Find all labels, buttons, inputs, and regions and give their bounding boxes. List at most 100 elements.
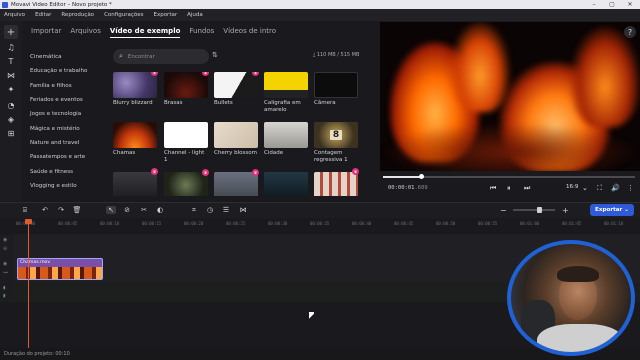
ruler-tick: 00:00:15	[142, 221, 162, 226]
pause-icon[interactable]: ⏸	[507, 184, 511, 193]
previous-frame-icon[interactable]: ⏮	[490, 184, 496, 193]
track-header: ◉ ⊶	[0, 258, 14, 282]
maximize-button[interactable]: ▢	[604, 0, 620, 9]
media-item[interactable]: Cidade	[264, 122, 308, 157]
media-item[interactable]	[164, 172, 208, 196]
split-icon[interactable]: ⋈	[238, 206, 248, 214]
menu-reproducao[interactable]: Reprodução	[61, 12, 94, 18]
zoom-slider[interactable]	[513, 207, 555, 213]
stabilize-icon[interactable]: ◐	[155, 206, 165, 214]
media-item[interactable]: ♛ Blurry blizzard	[113, 72, 158, 107]
minimize-button[interactable]: –	[586, 0, 602, 9]
crop-icon[interactable]: ⌗	[189, 206, 199, 215]
category-item[interactable]: Feriados e eventos	[22, 93, 108, 107]
window-title: Movavi Video Editor – Novo projeto *	[11, 1, 112, 8]
visibility-icon[interactable]: ◉	[3, 237, 7, 243]
speed-icon[interactable]: ◷	[205, 206, 215, 214]
ripple-icon[interactable]: ⊘	[122, 206, 132, 214]
add-track-icon[interactable]: ⌸	[20, 206, 30, 215]
aspect-ratio-selector[interactable]: 16:9	[566, 184, 578, 190]
playback-time: 00:00:01.609	[388, 185, 428, 191]
zoom-handle[interactable]	[537, 207, 543, 213]
cut-icon[interactable]: ✂	[139, 206, 149, 214]
zoom-out-icon[interactable]: −	[500, 206, 507, 215]
media-item[interactable]: 8 Contagem regressiva 1	[314, 122, 358, 164]
next-frame-icon[interactable]: ⏭	[524, 184, 530, 193]
category-item[interactable]: Passatempos e arte	[22, 150, 108, 164]
effects-icon[interactable]: ✦	[4, 83, 18, 95]
lock-icon[interactable]: ⊖	[3, 246, 7, 252]
media-item[interactable]	[214, 172, 258, 196]
category-item[interactable]: Educação e trabalho	[22, 64, 108, 78]
media-item[interactable]: ♛ Channel - light 1	[164, 122, 209, 176]
color-adjust-icon[interactable]: ☰	[221, 206, 231, 214]
tab-video-de-exemplo[interactable]: Vídeo de exemplo	[109, 25, 181, 38]
mute-icon[interactable]: ⊶	[3, 270, 8, 276]
media-item[interactable]: ♛ Bullets	[214, 72, 259, 107]
title-bar: Movavi Video Editor – Novo projeto * – ▢…	[0, 0, 640, 9]
search-input[interactable]: ⌕ Encontrar	[113, 49, 209, 64]
volume-icon[interactable]: 🔊	[611, 184, 620, 192]
audio-icon[interactable]: ◖	[3, 285, 6, 291]
category-item[interactable]: Mágica e mistério	[22, 121, 108, 135]
media-item[interactable]	[314, 172, 358, 196]
category-item[interactable]: Cinemática	[22, 50, 108, 64]
close-button[interactable]: ✕	[622, 0, 638, 9]
media-label: Caligrafia em amarelo	[264, 100, 301, 113]
media-item[interactable]: Câmera	[314, 72, 358, 107]
zoom-in-icon[interactable]: +	[562, 206, 569, 215]
media-item[interactable]: Caligrafia em amarelo	[264, 72, 308, 114]
video-preview[interactable]: ?	[380, 22, 640, 171]
tab-arquivos[interactable]: Arquivos	[70, 25, 100, 37]
transitions-icon[interactable]: ⋈	[4, 69, 18, 81]
stickers-icon[interactable]: ◈	[4, 113, 18, 125]
search-placeholder: Encontrar	[127, 53, 155, 60]
media-item[interactable]	[264, 172, 308, 196]
add-media-button[interactable]: +	[4, 25, 18, 39]
category-item[interactable]: Vlogging e estilo	[22, 179, 108, 193]
menu-arquivo[interactable]: Arquivo	[4, 12, 25, 18]
category-item[interactable]: Família e filhos	[22, 79, 108, 93]
media-item[interactable]: ♛ Cherry blossom	[214, 122, 259, 176]
media-label: Brasas	[164, 100, 183, 106]
premium-badge-icon: ♛	[352, 168, 359, 175]
tab-importar[interactable]: Importar	[31, 25, 61, 37]
titles-icon[interactable]: T	[4, 55, 18, 67]
help-button[interactable]: ?	[624, 26, 636, 38]
tab-videos-de-intro[interactable]: Vídeos de intro	[223, 25, 276, 37]
category-item[interactable]: Nature and travel	[22, 136, 108, 150]
audio-mute-icon[interactable]: ◗	[3, 293, 6, 299]
fullscreen-icon[interactable]: ⛶	[597, 184, 602, 193]
delete-icon[interactable]: 🗑	[72, 206, 82, 214]
category-item[interactable]: Saúde e fitness	[22, 164, 108, 178]
media-item[interactable]: ♛ Brasas	[164, 72, 209, 107]
media-item[interactable]	[113, 172, 157, 196]
more-tools-icon[interactable]: ⊞	[4, 127, 18, 139]
filters-icon[interactable]: ◔	[4, 99, 18, 111]
select-tool-icon[interactable]: ↖	[106, 206, 116, 214]
chevron-down-icon[interactable]: ⌄	[582, 184, 588, 192]
visibility-icon[interactable]: ◉	[3, 261, 7, 267]
media-item[interactable]: Chamas	[113, 122, 157, 157]
undo-icon[interactable]: ↶	[40, 206, 50, 214]
seek-handle[interactable]	[418, 174, 424, 179]
sort-filter-icon[interactable]: ⇅	[212, 51, 222, 61]
timeline-ruler[interactable]: 00:00:0000:00:0500:00:1000:00:1500:00:20…	[14, 219, 640, 229]
menu-editar[interactable]: Editar	[35, 12, 51, 18]
menu-exportar[interactable]: Exportar	[153, 12, 177, 18]
category-item[interactable]: Jogos e tecnologia	[22, 107, 108, 121]
media-thumbnail	[214, 172, 258, 196]
more-options-icon[interactable]: ⋮	[627, 184, 634, 192]
help-icon: ?	[627, 27, 633, 37]
menu-configuracoes[interactable]: Configurações	[104, 12, 143, 18]
redo-icon[interactable]: ↷	[56, 206, 66, 214]
media-thumbnail	[314, 72, 358, 98]
player-controls: 00:00:01.609 ⏮ ⏸ ⏭ 16:9 ⌄ ⛶ 🔊 ⋮	[380, 181, 640, 195]
menu-ajuda[interactable]: Ajuda	[187, 12, 203, 18]
playhead[interactable]	[28, 222, 29, 348]
export-button[interactable]: Exportar ⌄	[590, 204, 634, 216]
tab-fundos[interactable]: Fundos	[189, 25, 214, 37]
music-icon[interactable]: ♫	[4, 41, 18, 53]
seek-bar[interactable]	[383, 174, 635, 179]
timeline-clip[interactable]: Chamas.mov	[17, 258, 103, 280]
